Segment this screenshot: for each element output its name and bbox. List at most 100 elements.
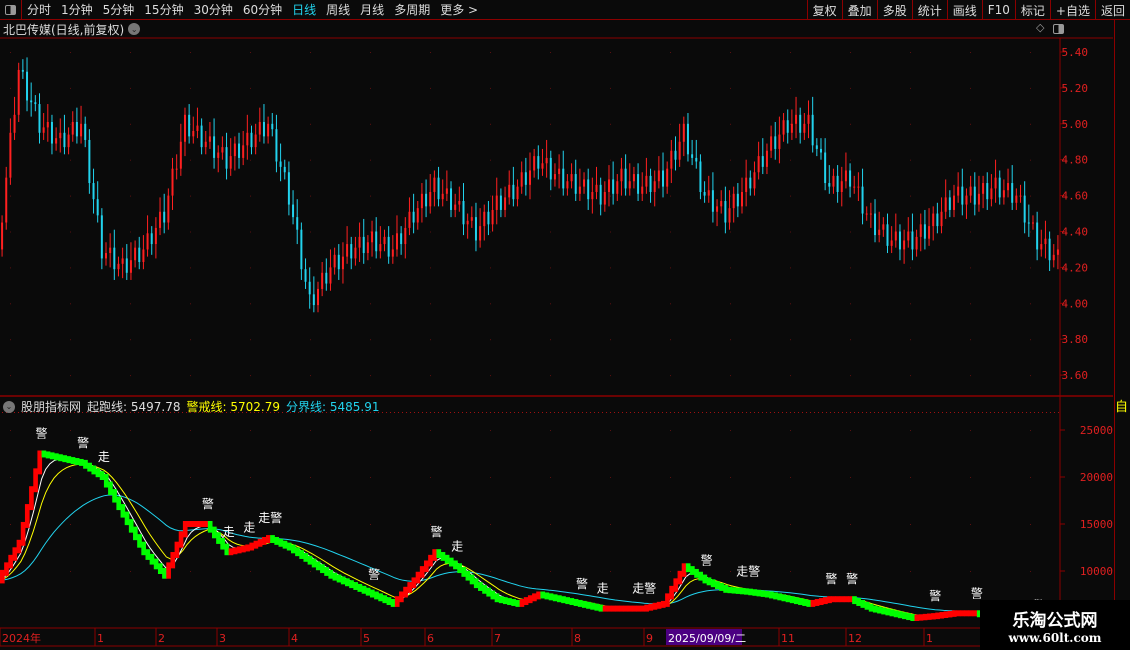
date-label: 9 <box>646 632 653 645</box>
grid-dot <box>1030 339 1031 341</box>
indicator-tick-label: 25000 <box>1080 424 1113 437</box>
grid-dot <box>790 375 791 377</box>
candle-body <box>375 231 378 252</box>
candle-body <box>350 244 353 259</box>
candle-body <box>861 186 864 214</box>
grid-dot <box>1038 412 1039 413</box>
grid-dot <box>10 231 11 233</box>
candle-body <box>587 179 590 200</box>
indicator-step-bar <box>290 544 296 554</box>
grid-dot <box>758 412 759 413</box>
cursor-date: 2025/09/09/二 <box>668 632 746 645</box>
candle-body <box>632 174 635 182</box>
indicator-step-bar <box>469 574 475 585</box>
grid-dot <box>498 412 499 413</box>
candle-body <box>890 240 893 246</box>
candle-body <box>836 175 839 193</box>
grid-dot <box>310 195 311 197</box>
candle-body <box>948 197 951 210</box>
indicator-step-bar <box>586 601 591 609</box>
grid-dot <box>490 430 491 431</box>
grid-dot <box>550 87 551 89</box>
chart-canvas[interactable]: 5.40 5.20 5.00 4.80 4.60 4.40 4.20 4.00 3.80 3.60… <box>0 0 1130 650</box>
grid-dot <box>390 412 391 413</box>
grid-dot <box>610 430 611 431</box>
candle-body <box>570 174 573 182</box>
candle-body <box>242 145 245 158</box>
candle-body <box>932 213 935 227</box>
candle-body <box>508 184 511 198</box>
grid-dot <box>190 571 191 572</box>
candle-body <box>649 175 652 193</box>
candle-body <box>163 211 166 223</box>
candle-body <box>869 213 872 215</box>
grid-dot <box>850 231 851 233</box>
grid-dot <box>782 412 783 413</box>
indicator-step-bar <box>540 591 546 599</box>
candle-body <box>400 233 403 245</box>
indicator-step-bar <box>212 526 217 539</box>
candle-body <box>1015 195 1018 203</box>
candle-body <box>1056 249 1059 255</box>
candle-body <box>125 258 128 273</box>
grid-dot <box>434 412 435 413</box>
candle-body <box>287 172 290 205</box>
candle-body <box>707 190 710 196</box>
candle-body <box>208 136 211 142</box>
grid-dot <box>1030 412 1031 413</box>
price-tick-label: 4.00 <box>1062 297 1089 310</box>
grid-dot <box>1030 123 1031 125</box>
candle-body <box>304 269 307 282</box>
indicator-name[interactable]: 股朋指标网 <box>21 398 81 415</box>
grid-dot <box>430 87 431 89</box>
indicator-step-bar <box>968 610 974 617</box>
indicator-step-bar <box>8 554 13 569</box>
grid-dot <box>970 412 971 413</box>
indicator-step-bar <box>548 593 554 601</box>
grid-dot <box>430 52 431 53</box>
candle-body <box>183 114 186 142</box>
indicator-step-bar <box>170 552 176 569</box>
grid-dot <box>426 412 427 413</box>
candle-body <box>898 231 901 250</box>
grid-dot <box>930 412 931 413</box>
grid-dot <box>494 412 495 413</box>
indicator-step-bar <box>752 589 758 596</box>
signal-label: 警 <box>971 585 983 600</box>
candle-body <box>154 227 157 245</box>
grid-dot <box>874 412 875 413</box>
candle-body <box>196 125 199 131</box>
grid-dot <box>538 412 539 413</box>
grid-dot <box>370 52 371 53</box>
candle-body <box>362 236 365 254</box>
grid-dot <box>970 159 971 161</box>
grid-dot <box>694 412 695 413</box>
grid-dot <box>730 477 731 478</box>
indicator-step-bar <box>382 595 388 604</box>
indicator-step-bar <box>565 597 570 605</box>
grid-dot <box>310 477 311 478</box>
indicator-step-bar <box>299 550 304 559</box>
candle-body <box>720 200 723 207</box>
indicator-step-bar <box>690 566 695 575</box>
indicator-step-bar <box>236 546 242 554</box>
grid-dot <box>986 412 987 413</box>
indicator-step-bar <box>286 542 292 551</box>
indicator-step-bar <box>145 549 151 560</box>
candle-body <box>379 244 382 252</box>
signal-label: 走警 <box>258 510 282 525</box>
candle-body <box>969 186 972 196</box>
grid-dot <box>1030 477 1031 478</box>
indicator-tick-label: 15000 <box>1080 518 1113 531</box>
indicator-step-bar <box>203 521 209 527</box>
grid-dot <box>870 412 871 413</box>
chevron-down-icon[interactable]: ⌄ <box>3 400 15 413</box>
grid-dot <box>190 195 191 197</box>
grid-dot <box>910 52 911 53</box>
indicator-step-bar <box>598 604 604 612</box>
grid-dot <box>950 412 951 413</box>
grid-dot <box>430 123 431 125</box>
grid-dot <box>414 412 415 413</box>
grid-dot <box>130 477 131 478</box>
candle-body <box>121 258 124 264</box>
